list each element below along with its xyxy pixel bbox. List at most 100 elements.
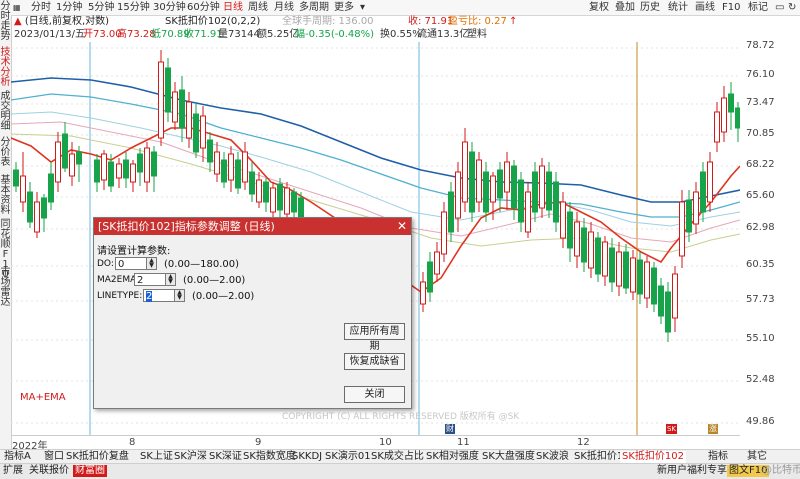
period-1min[interactable]: 1分钟: [56, 1, 82, 14]
quote-date: 2023/01/13/五: [14, 29, 86, 40]
candle-body: [497, 169, 503, 199]
tab-sk-deduct102[interactable]: SK抵扣价102: [620, 451, 686, 463]
period-30min[interactable]: 30分钟: [153, 1, 186, 14]
vtab-radar[interactable]: 市场雷达: [0, 268, 11, 308]
quote-open: 开73.00: [83, 29, 122, 40]
candle-body: [249, 171, 255, 195]
candle-body: [546, 171, 552, 211]
tab-sk-sz[interactable]: SK深证: [207, 451, 244, 463]
period-daily[interactable]: 日线: [223, 1, 243, 14]
tab-indicator-a[interactable]: 指标A: [2, 451, 33, 463]
period-5min[interactable]: 5分钟: [88, 1, 114, 14]
spinner-do[interactable]: ▲ ▼: [146, 257, 157, 270]
vtab-profile[interactable]: 基本资料: [0, 176, 11, 216]
candle-body: [34, 201, 40, 233]
toolbar-btn-mark[interactable]: 标记: [748, 1, 768, 14]
period-more[interactable]: 更多: [334, 1, 354, 14]
param-input-do[interactable]: 0: [115, 257, 147, 270]
candle-body: [455, 171, 461, 219]
candle-body: [483, 171, 489, 213]
candle-body: [101, 153, 107, 181]
grid-icon[interactable]: ▦: [13, 1, 21, 14]
toolbar-btn-f10[interactable]: F10: [722, 1, 740, 14]
candle-body: [553, 181, 559, 223]
tab-sk-deduct1[interactable]: SK抵扣价1: [572, 451, 625, 463]
candle-body: [679, 201, 685, 257]
dialog-titlebar[interactable]: [SK抵扣价102]指标参数调整 (日线): [94, 218, 411, 235]
tab-sk-sh[interactable]: SK上证: [138, 451, 175, 463]
toolbar-btn-history[interactable]: 历史: [640, 1, 660, 14]
apply-all-periods-button[interactable]: 应用所有周期: [344, 323, 405, 352]
toolbar-btn-overlay[interactable]: 叠加: [615, 1, 635, 14]
candle-body: [462, 141, 468, 203]
toolbar-btn-adjust[interactable]: 复权: [589, 1, 609, 14]
candle-body: [630, 257, 636, 293]
tab-sk-demo[interactable]: SK演示01: [323, 451, 373, 463]
x-month: 11: [457, 437, 470, 448]
period-intraday[interactable]: 分时: [31, 1, 51, 14]
toolbar-btn-stats[interactable]: 统计: [668, 1, 688, 14]
candle-body: [448, 191, 454, 233]
tab-window[interactable]: 窗口: [42, 451, 66, 463]
tab-related-quotes[interactable]: 关联报价: [27, 465, 71, 477]
vtab-trades[interactable]: 成交明细: [0, 92, 11, 132]
tab-sk-kdj[interactable]: SKKDJ: [290, 451, 324, 463]
close-icon[interactable]: ✕: [397, 218, 407, 235]
candle-body: [574, 221, 580, 257]
rise-marker-icon[interactable]: 涨: [708, 424, 718, 434]
candle-body: [270, 187, 276, 213]
candle-body: [511, 165, 517, 209]
brand-label: @比特币: [762, 465, 800, 476]
close-label: 收: 71.91: [408, 16, 454, 27]
tab-sk-hs[interactable]: SK沪深: [172, 451, 209, 463]
tab-extend[interactable]: 扩展: [1, 465, 25, 477]
tab-indicator[interactable]: 指标: [706, 451, 730, 463]
dropdown-icon[interactable]: ▾: [360, 1, 365, 14]
restore-default-button[interactable]: 恢复成缺省: [344, 353, 405, 370]
extension-tabs: 扩展 关联报价 财富圈 新用户福利专享 图文F10 @比特币: [0, 463, 800, 479]
monitor-icon[interactable]: ▭: [775, 1, 784, 14]
spinner-ma2ema[interactable]: ▲ ▼: [165, 273, 176, 286]
quote-sector: 塑料: [467, 29, 487, 40]
indicator-label[interactable]: SK抵扣价102(0,2,2): [165, 15, 260, 28]
candle-body: [560, 201, 566, 239]
param-range-do: (0.00—180.00): [164, 259, 240, 270]
price-axis: 78.72 76.10 73.47 70.85 68.22 65.60 62.9…: [740, 40, 800, 435]
vtab-intraday[interactable]: 分时走势: [0, 2, 11, 42]
candle-body: [242, 151, 248, 183]
x-month: 10: [379, 437, 392, 448]
candle-body: [221, 159, 227, 183]
candle-body: [263, 181, 269, 203]
dialog-close-button[interactable]: 关闭: [344, 386, 405, 403]
period-60min[interactable]: 60分钟: [187, 1, 220, 14]
promo-label[interactable]: 新用户福利专享: [655, 465, 729, 477]
tab-other[interactable]: 其它: [745, 451, 769, 463]
y-tick: 70.85: [746, 128, 775, 139]
tab-sk-wave[interactable]: SK波浪: [534, 451, 571, 463]
period-monthly[interactable]: 月线: [274, 1, 294, 14]
tab-wealth-circle[interactable]: 财富圈: [73, 465, 107, 477]
param-input-linetype[interactable]: 2: [143, 289, 175, 302]
tab-sk-replay[interactable]: SK抵扣价复盘: [64, 451, 131, 463]
tab-sk-rel-strength[interactable]: SK相对强度: [424, 451, 481, 463]
refresh-icon[interactable]: ↻: [788, 1, 796, 14]
candle-body: [235, 159, 241, 189]
y-tick: 60.35: [746, 259, 775, 270]
profit-ratio-label: 盈亏比: 0.27: [448, 16, 507, 27]
candle-body: [504, 161, 510, 193]
finance-marker-icon[interactable]: 财: [445, 424, 455, 434]
tab-sk-vol-ratio[interactable]: SK成交占比: [369, 451, 426, 463]
period-weekly[interactable]: 周线: [248, 1, 268, 14]
toolbar-btn-draw[interactable]: 画线: [695, 1, 715, 14]
candle-body: [207, 139, 213, 163]
vtab-price-table[interactable]: 分价表: [0, 138, 11, 168]
period-15min[interactable]: 15分钟: [117, 1, 150, 14]
period-multi[interactable]: 多周期: [299, 1, 329, 14]
sk-marker-icon[interactable]: SK: [666, 424, 677, 434]
spinner-linetype[interactable]: ▲ ▼: [174, 289, 185, 302]
tab-sk-market-strength[interactable]: SK大盘强度: [480, 451, 537, 463]
vtab-technical[interactable]: 技术分析: [0, 48, 11, 88]
param-input-ma2ema[interactable]: 2: [134, 273, 166, 286]
candle-body: [700, 171, 706, 213]
y-tick: 76.10: [746, 69, 775, 80]
